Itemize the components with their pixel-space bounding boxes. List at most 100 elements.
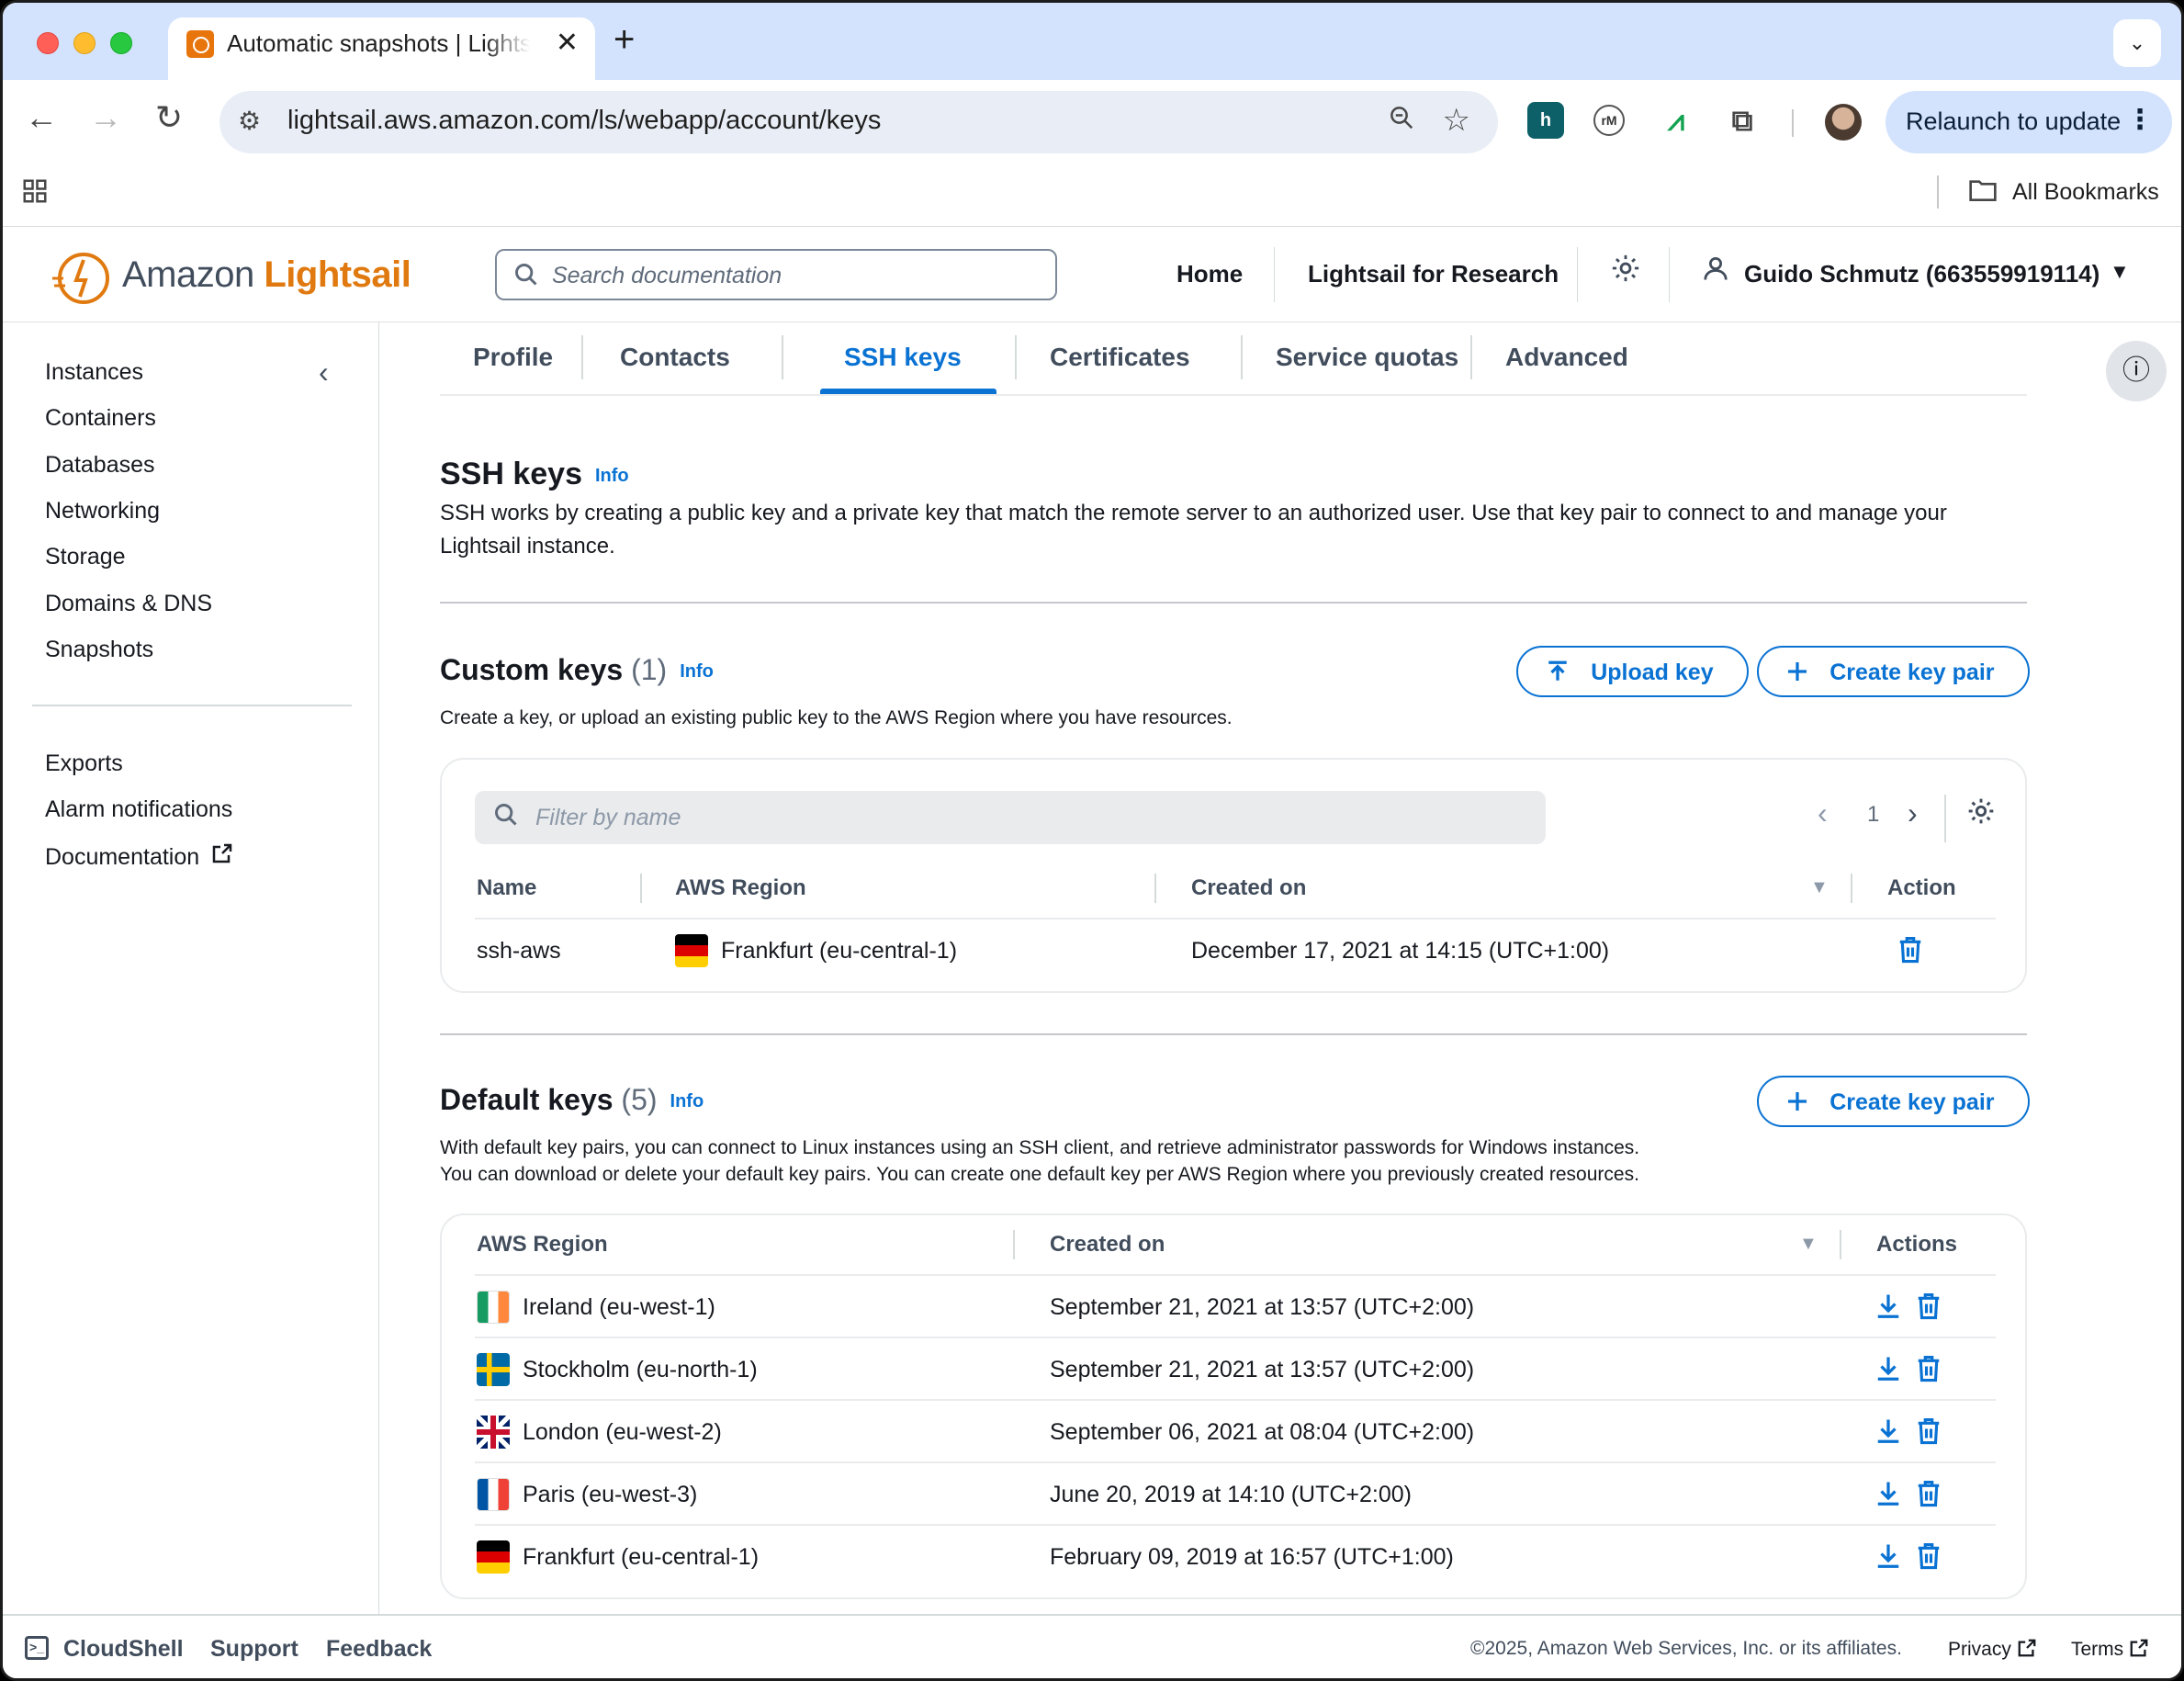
forward-arrow-icon[interactable]: → — [89, 98, 122, 137]
terms-link[interactable]: Terms — [2071, 1638, 2149, 1661]
caret-down-icon[interactable]: ▼ — [2110, 260, 2130, 284]
column-header-created[interactable]: Created on — [1050, 1232, 1165, 1258]
feedback-link[interactable]: Feedback — [326, 1636, 432, 1663]
site-settings-icon[interactable]: ⚙ — [238, 106, 261, 136]
sidebar-item-databases[interactable]: Databases — [45, 452, 155, 479]
column-header-region[interactable]: AWS Region — [675, 875, 806, 901]
all-bookmarks-link[interactable]: All Bookmarks — [2012, 179, 2159, 206]
filter-input[interactable] — [535, 802, 1509, 833]
tab-certificates[interactable]: Certificates — [1050, 343, 1190, 372]
bookmark-star-icon[interactable]: ☆ — [1443, 102, 1470, 139]
cloudshell-link[interactable]: CloudShell — [63, 1636, 184, 1663]
delete-trash-icon[interactable] — [1897, 936, 1924, 964]
tab-profile[interactable]: Profile — [473, 343, 553, 372]
search-input[interactable] — [552, 260, 1030, 291]
sidebar-item-exports[interactable]: Exports — [45, 750, 123, 777]
privacy-link[interactable]: Privacy — [1948, 1638, 2037, 1661]
extension-icon[interactable]: ⩘ — [1658, 102, 1694, 139]
lightsail-logo-icon[interactable] — [52, 249, 111, 308]
download-icon[interactable] — [1874, 1417, 1902, 1445]
sort-descending-icon[interactable]: ▼ — [1799, 1234, 1818, 1255]
maximize-window-button[interactable] — [110, 32, 132, 54]
key-created: September 21, 2021 at 13:57 (UTC+2:00) — [1050, 1357, 1475, 1382]
tab-search-chevron-icon[interactable]: ⌄ — [2113, 19, 2161, 67]
delete-trash-icon[interactable] — [1915, 1480, 1942, 1507]
previous-page-icon[interactable]: ‹ — [1818, 796, 1828, 830]
column-header-region[interactable]: AWS Region — [477, 1232, 608, 1258]
header-divider — [475, 918, 1996, 919]
lightsail-logo-text[interactable]: Amazon Lightsail — [122, 254, 411, 296]
reload-icon[interactable]: ↻ — [155, 98, 183, 137]
key-created: June 20, 2019 at 14:10 (UTC+2:00) — [1050, 1482, 1413, 1507]
column-header-created[interactable]: Created on — [1191, 875, 1306, 901]
delete-trash-icon[interactable] — [1915, 1355, 1942, 1382]
minimize-window-button[interactable] — [73, 32, 96, 54]
upload-key-button[interactable]: Upload key — [1516, 646, 1749, 697]
bookmarks-bar: All Bookmarks — [3, 164, 2181, 227]
sidebar-item-alarm-notifications[interactable]: Alarm notifications — [45, 796, 232, 823]
info-panel-icon[interactable]: ⓘ — [2106, 341, 2167, 401]
delete-trash-icon[interactable] — [1915, 1417, 1942, 1445]
download-icon[interactable] — [1874, 1292, 1902, 1320]
info-link[interactable]: Info — [595, 466, 629, 486]
nav-home-link[interactable]: Home — [1176, 260, 1243, 288]
sidebar-item-networking[interactable]: Networking — [45, 498, 160, 525]
delete-trash-icon[interactable] — [1915, 1292, 1942, 1320]
page-number[interactable]: 1 — [1867, 802, 1879, 828]
download-icon[interactable] — [1874, 1542, 1902, 1570]
sort-descending-icon[interactable]: ▼ — [1810, 877, 1829, 898]
documentation-search[interactable] — [495, 249, 1057, 300]
sidebar-item-storage[interactable]: Storage — [45, 544, 126, 570]
tab-service-quotas[interactable]: Service quotas — [1276, 343, 1458, 372]
key-created: February 09, 2019 at 16:57 (UTC+1:00) — [1050, 1544, 1454, 1570]
sidebar-item-documentation[interactable]: Documentation — [45, 842, 233, 871]
relaunch-button[interactable]: Relaunch to update ⋮ — [1886, 91, 2172, 153]
download-icon[interactable] — [1874, 1480, 1902, 1507]
support-link[interactable]: Support — [210, 1636, 298, 1663]
extension-icon[interactable]: rM — [1593, 105, 1625, 136]
table-settings-gear-icon[interactable] — [1966, 796, 1996, 833]
terms-label: Terms — [2071, 1639, 2124, 1660]
account-menu[interactable]: Guido Schmutz (663559919114) — [1744, 260, 2100, 288]
sidebar-item-snapshots[interactable]: Snapshots — [45, 637, 153, 663]
extension-icon[interactable]: h — [1527, 102, 1564, 139]
profile-avatar[interactable] — [1825, 104, 1862, 141]
nav-research-link[interactable]: Lightsail for Research — [1308, 260, 1559, 288]
download-icon[interactable] — [1874, 1355, 1902, 1382]
key-region: Frankfurt (eu-central-1) — [721, 938, 958, 964]
row-divider — [475, 1337, 1996, 1338]
folder-icon[interactable] — [1968, 177, 1998, 210]
cloudshell-icon[interactable]: >_ — [25, 1636, 49, 1660]
back-arrow-icon[interactable]: ← — [25, 98, 58, 137]
settings-gear-icon[interactable] — [1610, 253, 1641, 292]
zoom-icon[interactable] — [1388, 104, 1415, 139]
tab-advanced[interactable]: Advanced — [1505, 343, 1628, 372]
tab-divider — [1470, 335, 1472, 379]
info-link[interactable]: Info — [680, 661, 714, 682]
address-bar[interactable]: ⚙ lightsail.aws.amazon.com/ls/webapp/acc… — [220, 91, 1498, 153]
next-page-icon[interactable]: › — [1908, 796, 1918, 830]
kebab-menu-icon[interactable]: ⋮ — [2126, 104, 2154, 136]
sidebar-item-domains[interactable]: Domains & DNS — [45, 591, 212, 617]
apps-grid-icon[interactable] — [21, 177, 49, 212]
filter-field[interactable] — [475, 791, 1546, 844]
new-tab-icon[interactable]: + — [614, 19, 635, 61]
tab-ssh-keys[interactable]: SSH keys — [844, 343, 962, 372]
delete-trash-icon[interactable] — [1915, 1542, 1942, 1570]
sidebar-item-containers[interactable]: Containers — [45, 405, 156, 432]
documentation-label: Documentation — [45, 844, 200, 870]
default-keys-count: (5) — [621, 1083, 658, 1116]
url-text[interactable]: lightsail.aws.amazon.com/ls/webapp/accou… — [287, 106, 881, 136]
puzzle-extensions-icon[interactable]: ⧉ — [1724, 102, 1761, 139]
sidebar-item-instances[interactable]: Instances — [45, 359, 143, 386]
browser-tab[interactable]: Automatic snapshots | Lightsail ✕ — [168, 17, 595, 82]
info-link[interactable]: Info — [670, 1091, 704, 1111]
create-key-pair-button[interactable]: Create key pair — [1757, 646, 2030, 697]
close-tab-icon[interactable]: ✕ — [556, 27, 579, 59]
column-header-name[interactable]: Name — [477, 875, 536, 901]
close-window-button[interactable] — [37, 32, 59, 54]
tab-contacts[interactable]: Contacts — [620, 343, 730, 372]
sweden-flag-icon — [477, 1353, 510, 1386]
create-default-key-pair-button[interactable]: Create key pair — [1757, 1076, 2030, 1127]
collapse-sidebar-icon[interactable]: ‹ — [319, 355, 329, 389]
